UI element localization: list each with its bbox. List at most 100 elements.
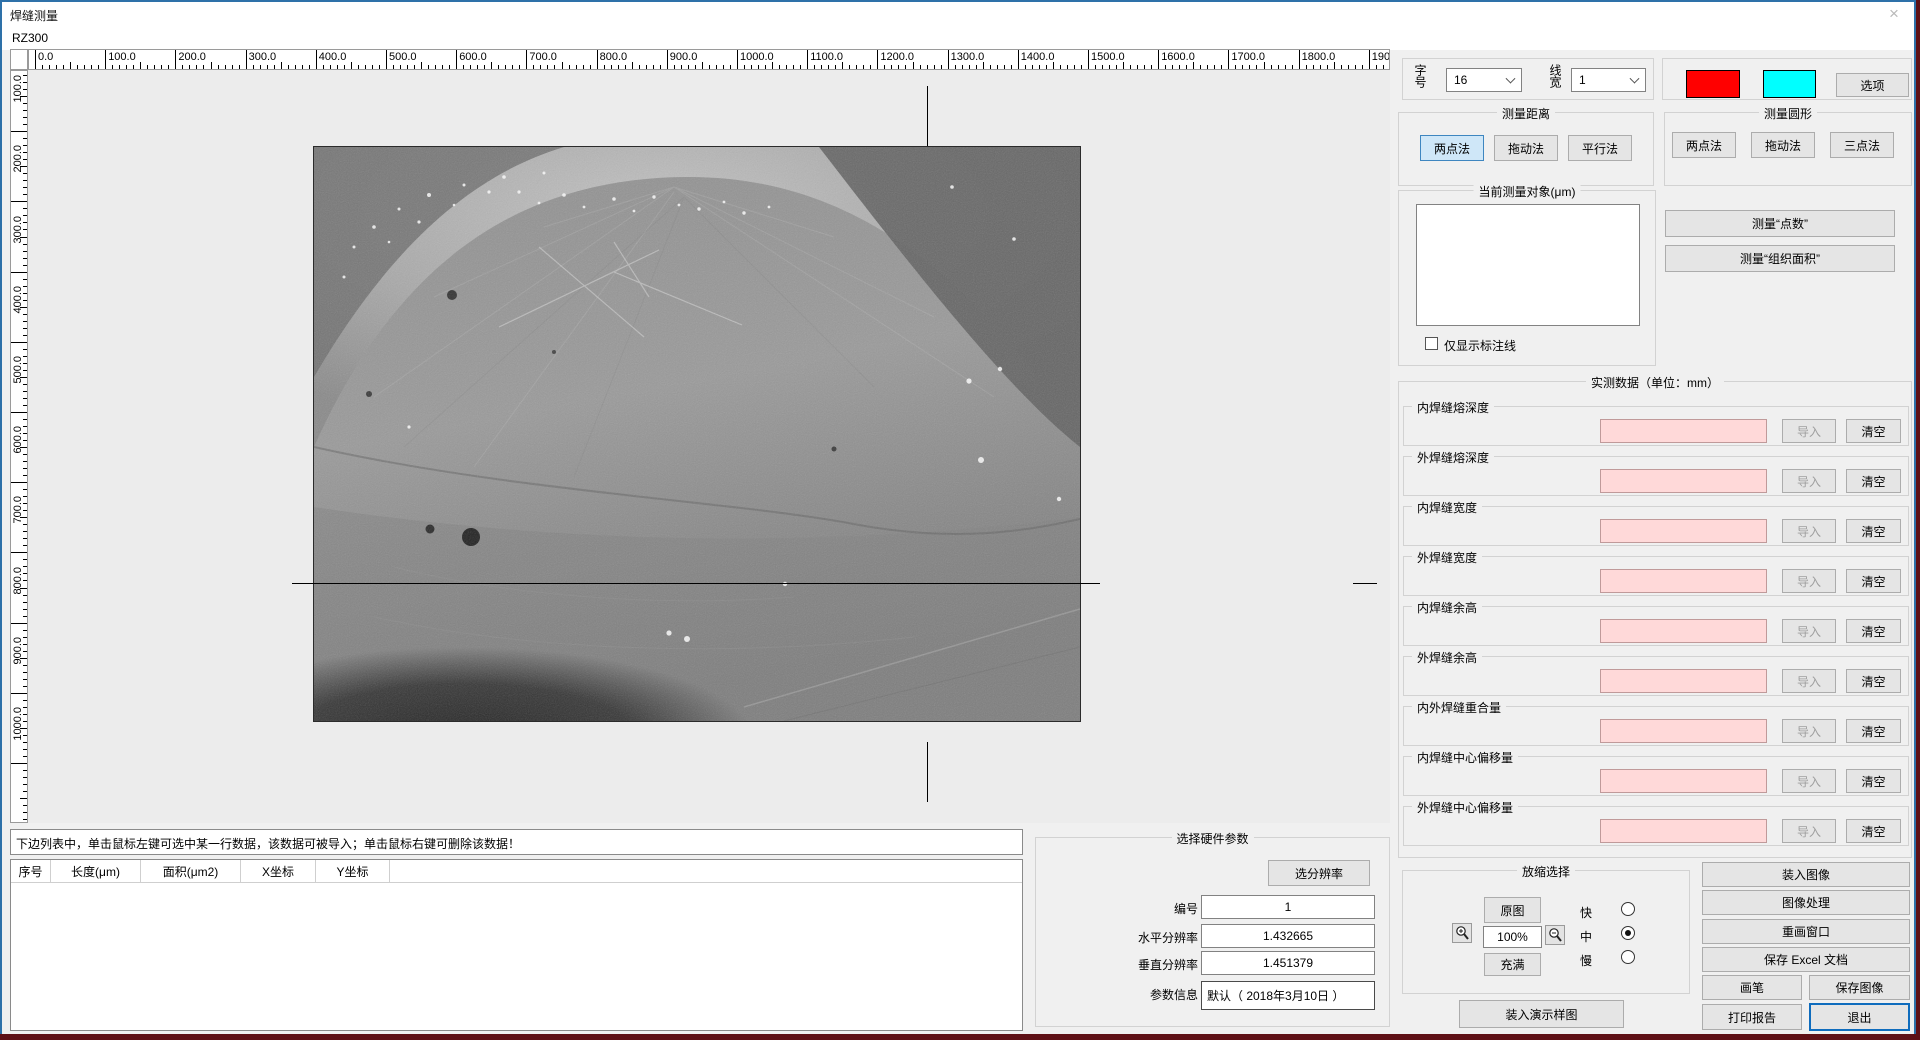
hardware-row-value[interactable]: 1.432665 (1201, 924, 1375, 948)
ruler-minor-tick (547, 65, 548, 69)
measure-points-button[interactable]: 测量“点数” (1665, 210, 1895, 237)
options-button[interactable]: 选项 (1836, 73, 1909, 97)
distance-method-button[interactable]: 两点法 (1420, 135, 1484, 161)
import-button[interactable]: 导入 (1782, 819, 1836, 843)
import-button[interactable]: 导入 (1782, 619, 1836, 643)
pen-button[interactable]: 画笔 (1702, 975, 1802, 1000)
measured-value-input[interactable] (1600, 569, 1767, 593)
ruler-major-tick (175, 50, 176, 69)
measured-value-input[interactable] (1600, 619, 1767, 643)
ruler-minor-tick (23, 279, 27, 280)
clear-button[interactable]: 清空 (1846, 619, 1901, 643)
measured-value-input[interactable] (1600, 719, 1767, 743)
ruler-tick-label: 500.0 (11, 356, 25, 410)
column-header[interactable]: 面积(μm2) (141, 860, 241, 882)
ruler-major-tick (877, 50, 878, 69)
hardware-row-value[interactable]: 默认（ 2018年3月10日 ） (1201, 981, 1375, 1010)
clear-button[interactable]: 清空 (1846, 819, 1901, 843)
speed-radio[interactable] (1621, 902, 1635, 916)
import-button[interactable]: 导入 (1782, 519, 1836, 543)
show-annotation-only-checkbox[interactable] (1425, 337, 1438, 350)
exit-button[interactable]: 退出 (1809, 1003, 1910, 1031)
speed-radio[interactable] (1621, 950, 1635, 964)
column-header[interactable]: 长度(μm) (51, 860, 141, 882)
image-canvas[interactable] (28, 70, 1390, 823)
redraw-window-button[interactable]: 重画窗口 (1702, 919, 1910, 944)
hardware-row-value[interactable]: 1.451379 (1201, 951, 1375, 975)
measured-value-input[interactable] (1600, 469, 1767, 493)
load-image-button[interactable]: 装入图像 (1702, 862, 1910, 887)
measured-field-label: 内焊缝熔深度 (1412, 399, 1494, 416)
ruler-tick-label: 300.0 (11, 216, 25, 270)
vertical-ruler: 100.0200.0300.0400.0500.0600.0700.0800.0… (10, 70, 28, 823)
distance-method-button[interactable]: 平行法 (1568, 135, 1632, 161)
select-resolution-button[interactable]: 选分辨率 (1268, 860, 1370, 886)
import-button[interactable]: 导入 (1782, 469, 1836, 493)
fit-button[interactable]: 充满 (1484, 953, 1541, 976)
clear-button[interactable]: 清空 (1846, 719, 1901, 743)
menu-item-rz300[interactable]: RZ300 (12, 31, 48, 45)
clear-button[interactable]: 清空 (1846, 469, 1901, 493)
measured-value-input[interactable] (1600, 519, 1767, 543)
import-button[interactable]: 导入 (1782, 569, 1836, 593)
ruler-minor-tick (23, 208, 27, 209)
ruler-minor-tick (23, 700, 27, 701)
primary-color-swatch[interactable] (1686, 70, 1740, 98)
close-icon[interactable]: × (1882, 4, 1906, 24)
import-button[interactable]: 导入 (1782, 719, 1836, 743)
secondary-color-swatch[interactable] (1763, 70, 1816, 98)
ruler-tick-label: 0.0 (38, 51, 53, 63)
line-width-select[interactable]: 1 (1571, 68, 1646, 92)
ruler-minor-tick (491, 62, 492, 69)
ruler-minor-tick (730, 65, 731, 69)
import-button[interactable]: 导入 (1782, 419, 1836, 443)
measured-value-input[interactable] (1600, 769, 1767, 793)
ruler-minor-tick (913, 62, 914, 69)
zoom-percent-input[interactable]: 100% (1483, 926, 1542, 948)
save-image-button[interactable]: 保存图像 (1809, 975, 1910, 1000)
ruler-minor-tick (681, 65, 682, 69)
hardware-row-value[interactable]: 1 (1201, 895, 1375, 919)
ruler-minor-tick (77, 65, 78, 69)
distance-method-button[interactable]: 拖动法 (1494, 135, 1558, 161)
load-demo-image-button[interactable]: 装入演示样图 (1459, 1000, 1624, 1028)
column-header[interactable]: 序号 (11, 860, 51, 882)
measured-value-input[interactable] (1600, 419, 1767, 443)
measured-value-input[interactable] (1600, 819, 1767, 843)
clear-button[interactable]: 清空 (1846, 669, 1901, 693)
current-object-listbox[interactable] (1416, 204, 1640, 326)
measure-area-button[interactable]: 测量“组织面积” (1665, 245, 1895, 272)
import-button[interactable]: 导入 (1782, 669, 1836, 693)
font-size-select[interactable]: 16 (1446, 68, 1522, 92)
zoom-in-icon[interactable] (1452, 923, 1472, 943)
ruler-tick-label: 900.0 (670, 51, 698, 63)
measured-value-input[interactable] (1600, 669, 1767, 693)
table-body[interactable] (11, 883, 1022, 1030)
circle-method-button[interactable]: 三点法 (1830, 132, 1894, 158)
measured-field-label: 外焊缝宽度 (1412, 549, 1482, 566)
save-excel-button[interactable]: 保存 Excel 文档 (1702, 947, 1910, 972)
weld-specimen-image[interactable] (313, 146, 1081, 722)
original-size-button[interactable]: 原图 (1484, 897, 1541, 923)
speed-label: 中 (1580, 928, 1592, 945)
clear-button[interactable]: 清空 (1846, 519, 1901, 543)
column-header[interactable]: Y坐标 (316, 860, 390, 882)
column-header[interactable]: X坐标 (241, 860, 316, 882)
measured-field-row: 内焊缝宽度导入清空 (1403, 506, 1909, 546)
image-process-button[interactable]: 图像处理 (1702, 890, 1910, 915)
ruler-minor-tick (1221, 65, 1222, 69)
circle-method-button[interactable]: 拖动法 (1751, 132, 1815, 158)
speed-radio[interactable] (1621, 926, 1635, 940)
ruler-minor-tick (576, 65, 577, 69)
clear-button[interactable]: 清空 (1846, 569, 1901, 593)
ruler-minor-tick (611, 65, 612, 69)
zoom-out-icon[interactable] (1545, 925, 1565, 945)
circle-method-button[interactable]: 两点法 (1672, 132, 1736, 158)
clear-button[interactable]: 清空 (1846, 419, 1901, 443)
ruler-tick-label: 700.0 (529, 51, 557, 63)
import-button[interactable]: 导入 (1782, 769, 1836, 793)
ruler-minor-tick (91, 65, 92, 69)
print-report-button[interactable]: 打印报告 (1702, 1004, 1802, 1030)
clear-button[interactable]: 清空 (1846, 769, 1901, 793)
ruler-major-tick (737, 50, 738, 69)
